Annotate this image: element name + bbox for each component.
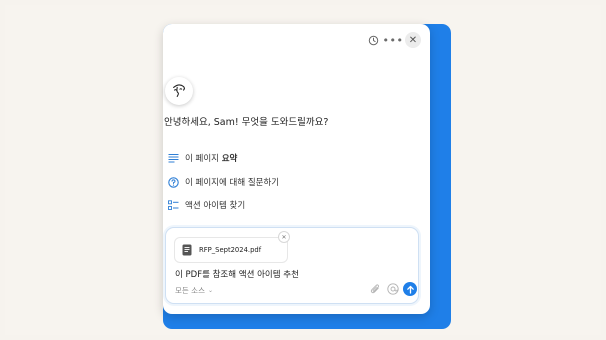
summary-lines-icon: [168, 153, 179, 164]
chevron-down-icon: ⌄: [207, 287, 214, 294]
attachment-chip[interactable]: RFP_Sept2024.pdf: [174, 237, 288, 263]
history-icon[interactable]: [365, 32, 381, 48]
arrow-up-icon: [406, 285, 414, 294]
pdf-file-icon: [181, 244, 192, 256]
attach-icon[interactable]: [368, 282, 382, 296]
action-label: 액션 아이템 찾기: [185, 201, 246, 211]
assistant-face-icon: [173, 84, 185, 97]
action-ask-about-page[interactable]: 이 페이지에 대해 질문하기: [168, 175, 279, 189]
action-label: 이 페이지에 대해 질문하기: [185, 178, 280, 188]
remove-attachment-icon[interactable]: ✕: [278, 231, 290, 243]
action-find-action-items[interactable]: 액션 아이템 찾기: [168, 198, 245, 212]
greeting-text: 안녕하세요, Sam! 무엇을 도와드릴까요?: [164, 117, 329, 128]
close-icon[interactable]: ✕: [405, 32, 421, 48]
assistant-panel: ••• ✕ 안녕하세요, Sam! 무엇을 도와드릴까요? 이 페이지 요약 이…: [163, 24, 430, 314]
source-label: 모든 소스: [175, 286, 205, 295]
message-input[interactable]: 이 PDF를 참조해 액션 아이템 추천: [175, 268, 299, 280]
send-button[interactable]: [403, 282, 417, 296]
checklist-icon: [168, 199, 179, 211]
assistant-avatar: [165, 77, 193, 105]
attachment-name: RFP_Sept2024.pdf: [199, 246, 262, 254]
chat-composer[interactable]: RFP_Sept2024.pdf ✕ 이 PDF를 참조해 액션 아이템 추천 …: [165, 227, 419, 304]
source-selector[interactable]: 모든 소스 ⌄: [175, 285, 213, 296]
question-circle-icon: [168, 176, 179, 188]
action-summarize-page[interactable]: 이 페이지 요약: [168, 151, 237, 165]
mention-icon[interactable]: [386, 282, 400, 296]
action-label: 이 페이지 요약: [185, 154, 238, 164]
more-icon[interactable]: •••: [383, 32, 403, 48]
